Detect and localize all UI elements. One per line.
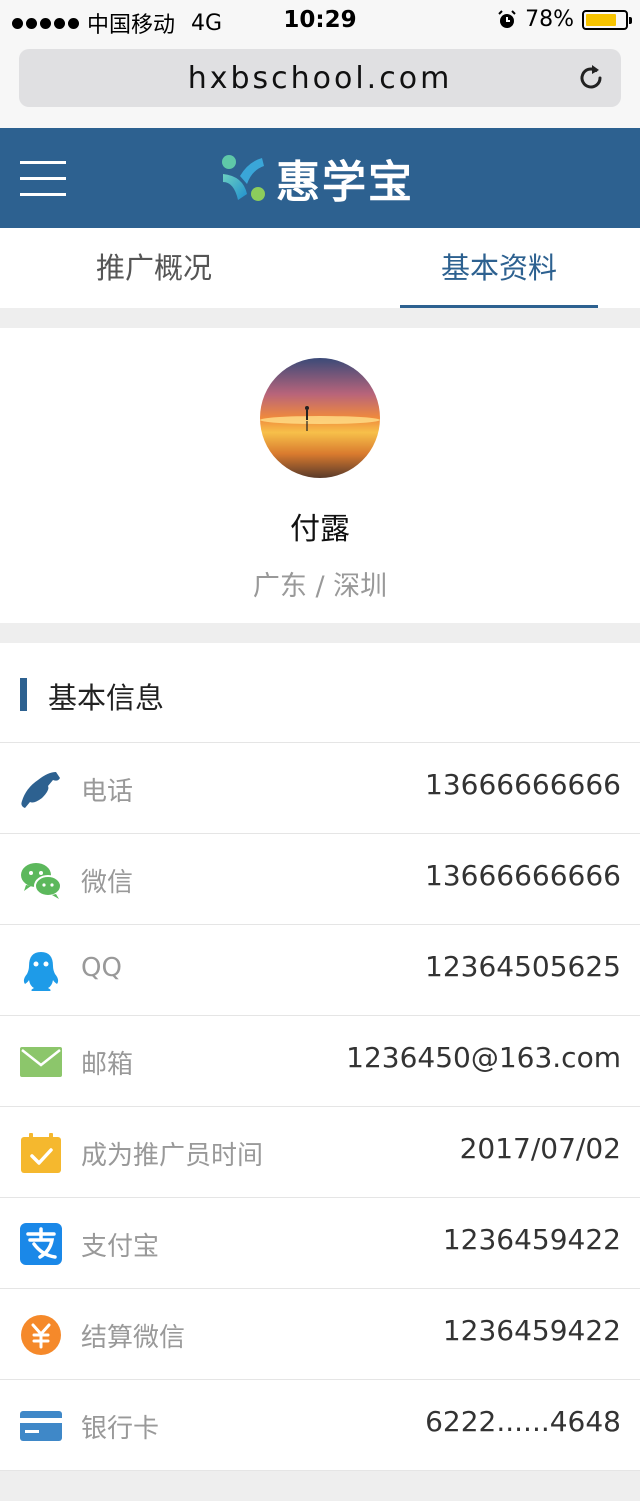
tab-promotion-overview[interactable]: 推广概况 — [0, 228, 308, 308]
status-right: 78% — [497, 7, 632, 32]
wechat-icon — [21, 863, 62, 899]
battery-icon — [582, 9, 632, 30]
app-header: 惠学宝 — [0, 128, 640, 228]
phone-icon — [21, 772, 60, 808]
profile-name: 付露 — [290, 512, 350, 547]
info-label: 成为推广员时间 — [81, 1141, 264, 1171]
alipay-icon — [20, 1223, 62, 1265]
mail-icon — [20, 1047, 62, 1077]
info-value: 13666666666 — [425, 768, 621, 801]
tab-basic-profile[interactable]: 基本资料 — [400, 228, 598, 308]
logo-mark-icon — [222, 155, 265, 201]
status-bar: 中国移动 4G 10:29 78% — [0, 0, 640, 40]
section-title: 基本信息 — [48, 681, 165, 715]
info-row-promoter-since[interactable]: 成为推广员时间 2017/07/02 — [0, 1107, 640, 1198]
tab-label: 基本资料 — [440, 251, 557, 285]
yuan-coin-icon — [21, 1315, 61, 1355]
avatar[interactable] — [260, 358, 380, 478]
brand-logo: 惠学宝 — [220, 152, 414, 208]
info-row-alipay[interactable]: 支付宝 1236459422 — [0, 1198, 640, 1289]
info-label: 微信 — [81, 868, 134, 898]
info-label: 电话 — [81, 777, 134, 807]
info-label: 邮箱 — [81, 1050, 134, 1080]
basic-info-section: 基本信息 电话 13666666666 微信 13666666666 QQ 12… — [0, 643, 640, 1471]
profile-location: 广东 / 深圳 — [252, 571, 388, 602]
info-row-settlement-wechat[interactable]: 结算微信 1236459422 — [0, 1289, 640, 1380]
bank-card-icon — [20, 1411, 62, 1441]
info-label: QQ — [81, 953, 122, 983]
info-value: 12364505625 — [425, 950, 621, 983]
info-row-email[interactable]: 邮箱 1236450@163.com — [0, 1016, 640, 1107]
address-bar[interactable]: hxbschool.com — [19, 49, 621, 107]
section-header: 基本信息 — [0, 643, 640, 743]
info-row-phone[interactable]: 电话 13666666666 — [0, 743, 640, 834]
info-value: 1236459422 — [442, 1314, 621, 1347]
info-label: 结算微信 — [81, 1323, 186, 1353]
info-row-qq[interactable]: QQ 12364505625 — [0, 925, 640, 1016]
tab-label: 推广概况 — [95, 251, 212, 285]
tab-bar: 推广概况 基本资料 — [0, 228, 640, 308]
battery-percent: 78% — [525, 7, 574, 32]
alarm-icon — [498, 9, 516, 28]
info-label: 银行卡 — [81, 1414, 160, 1444]
info-row-wechat[interactable]: 微信 13666666666 — [0, 834, 640, 925]
info-value: 13666666666 — [425, 859, 621, 892]
info-value: 2017/07/02 — [459, 1132, 621, 1165]
info-value: 1236459422 — [442, 1223, 621, 1256]
page-footer-gap — [0, 1471, 640, 1501]
info-label: 支付宝 — [81, 1232, 160, 1262]
info-row-bank-card[interactable]: 银行卡 6222......4648 — [0, 1380, 640, 1471]
section-accent-bar — [20, 678, 27, 711]
active-tab-indicator — [400, 305, 598, 308]
info-value: 6222......4648 — [425, 1405, 621, 1438]
brand-name: 惠学宝 — [276, 157, 414, 208]
browser-toolbar: hxbschool.com — [0, 40, 640, 128]
url-text[interactable]: hxbschool.com — [19, 61, 621, 96]
hamburger-menu-icon[interactable] — [20, 159, 66, 197]
calendar-check-icon — [21, 1133, 61, 1173]
info-value: 1236450@163.com — [346, 1041, 621, 1074]
reload-icon[interactable] — [575, 62, 607, 94]
qq-icon — [23, 952, 59, 991]
profile-card: 付露 广东 / 深圳 — [0, 328, 640, 623]
